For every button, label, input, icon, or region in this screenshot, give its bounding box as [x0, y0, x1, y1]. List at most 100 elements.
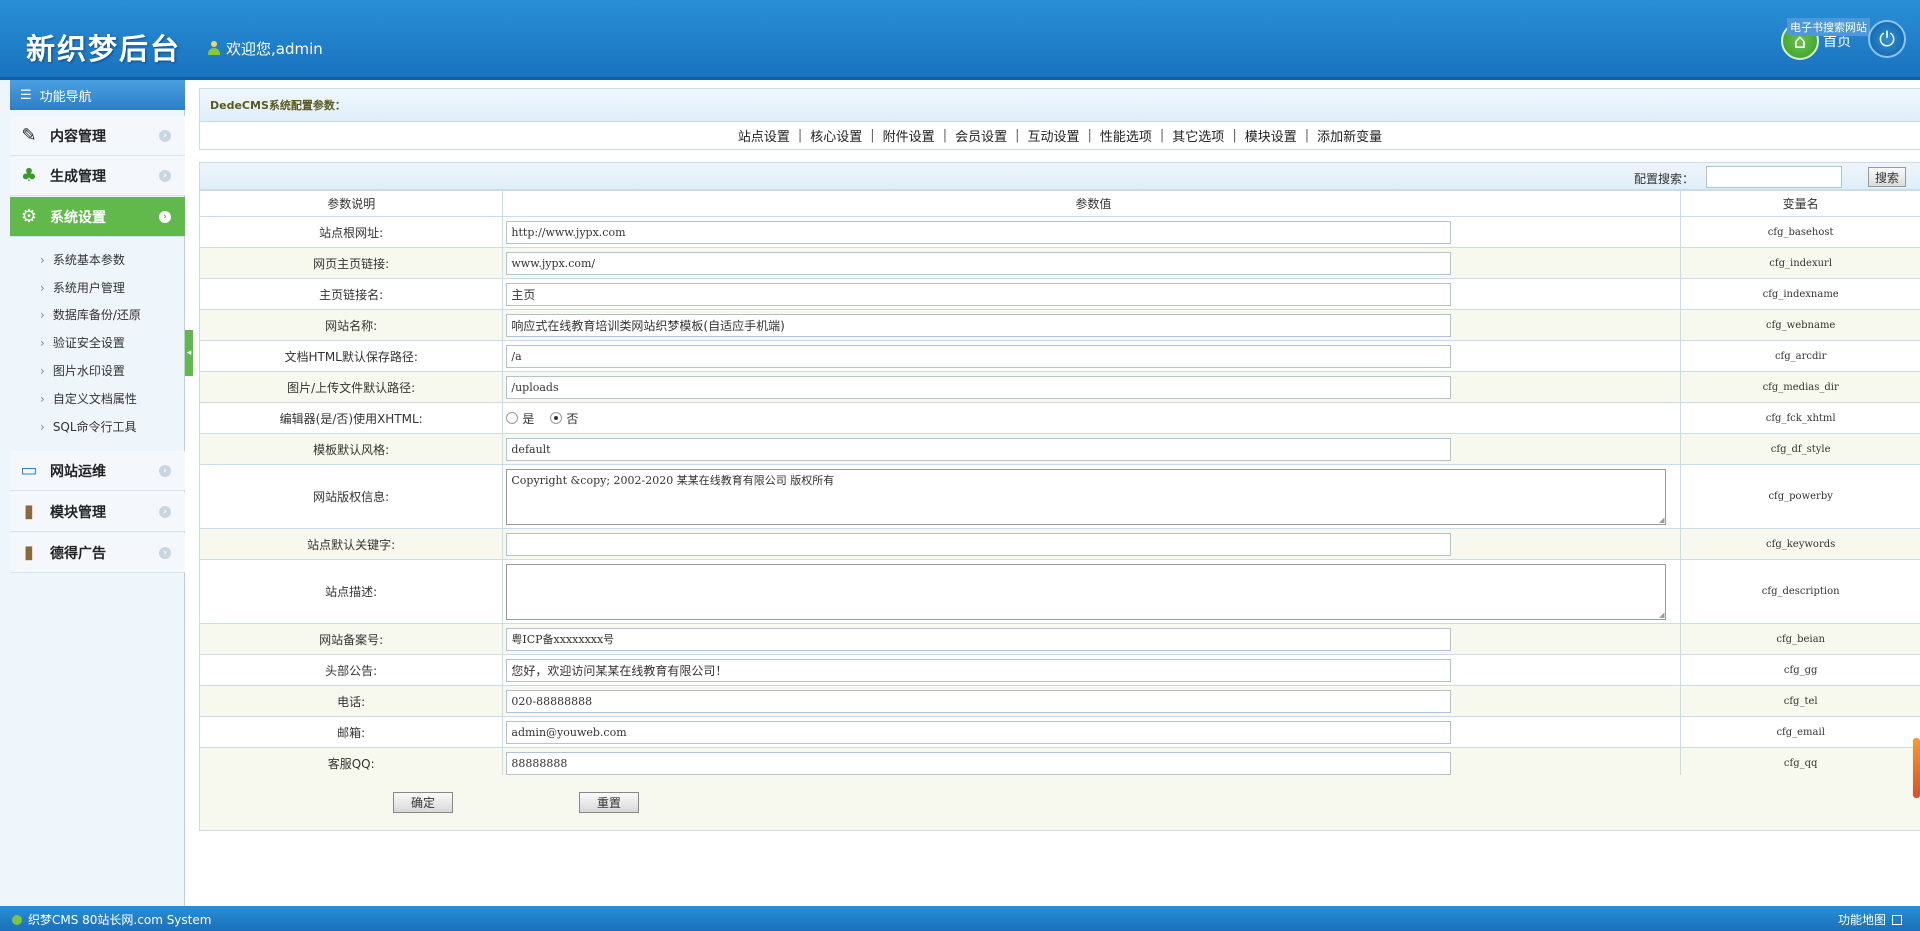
- tab-core[interactable]: 核心设置: [802, 126, 870, 145]
- search-input[interactable]: [1706, 166, 1842, 188]
- page-title: DedeCMS系统配置参数：: [199, 88, 1920, 122]
- sub-item-label: 自定义文档属性: [52, 392, 137, 406]
- search-button[interactable]: 搜索: [1868, 167, 1906, 187]
- sidebar-item-content[interactable]: ✎ 内容管理 ›: [10, 116, 185, 156]
- sub-item-db-backup[interactable]: 数据库备份/还原: [40, 306, 141, 323]
- param-value-input[interactable]: www.jypx.com/: [506, 251, 1452, 275]
- sub-item-label: 数据库备份/还原: [52, 308, 141, 322]
- param-value-input[interactable]: 020-88888888: [506, 689, 1452, 713]
- param-var-name: cfg_qq: [1680, 747, 1920, 779]
- radio-yes[interactable]: [506, 412, 519, 424]
- sub-item-label: SQL命令行工具: [52, 420, 137, 434]
- config-tabs: 站点设置 | 核心设置 | 附件设置 | 会员设置 | 互动设置 | 性能选项 | 其它选项…: [199, 122, 1920, 150]
- radio-yes-label: 是: [522, 411, 535, 426]
- radio-no[interactable]: [550, 412, 563, 424]
- scroll-indicator[interactable]: [1913, 738, 1920, 798]
- sidebar-item-label: 生成管理: [50, 168, 106, 185]
- sidebar-title-label: 功能导航: [39, 89, 92, 105]
- param-value-input[interactable]: 响应式在线教育培训类网站织梦模板(自适应手机端): [506, 313, 1452, 337]
- param-value-input[interactable]: admin@youweb.com: [506, 720, 1452, 744]
- sidebar-title: ☰ 功能导航: [10, 80, 185, 110]
- param-var-name: cfg_email: [1680, 716, 1920, 748]
- param-value-input[interactable]: default: [506, 437, 1452, 461]
- param-label: 邮箱:: [198, 716, 504, 748]
- param-var-name: cfg_fck_xhtml: [1680, 402, 1920, 434]
- sidebar-item-modules[interactable]: ▮ 模块管理 ›: [10, 492, 185, 532]
- param-value-input[interactable]: 粤ICP备xxxxxxxx号: [506, 627, 1452, 651]
- confirm-button[interactable]: 确定: [393, 792, 453, 813]
- sub-item-label: 图片水印设置: [52, 364, 125, 378]
- sub-item-users[interactable]: 系统用户管理: [40, 279, 125, 296]
- footer: 织梦CMS 80站长网.com System 功能地图: [0, 906, 1920, 931]
- power-icon[interactable]: ⏻: [1868, 20, 1906, 58]
- param-var-name: cfg_basehost: [1680, 216, 1920, 248]
- sub-item-basic-params[interactable]: 系统基本参数: [40, 251, 125, 268]
- tab-interaction[interactable]: 互动设置: [1019, 126, 1087, 145]
- param-label: 网站备案号:: [198, 623, 504, 655]
- table-row: 模板默认风格: default cfg_df_style: [198, 433, 1920, 465]
- chevron-right-icon: ›: [159, 130, 171, 142]
- param-var-name: cfg_indexurl: [1680, 247, 1920, 279]
- tab-add-variable[interactable]: 添加新变量: [1309, 126, 1390, 145]
- param-label: 图片/上传文件默认路径:: [198, 371, 504, 403]
- param-label: 头部公告:: [198, 654, 504, 686]
- param-var-name: cfg_keywords: [1680, 528, 1920, 560]
- sidebar-item-label: 德得广告: [50, 545, 106, 562]
- user-icon: [208, 41, 220, 56]
- param-value-input[interactable]: /uploads: [506, 375, 1452, 399]
- param-label: 模板默认风格:: [198, 433, 504, 465]
- table-row: 编辑器(是/否)使用XHTML: 是 否 cfg_fck_xhtml: [198, 402, 1920, 434]
- param-var-name: cfg_gg: [1680, 654, 1920, 686]
- param-value-input[interactable]: [506, 532, 1452, 556]
- reset-button[interactable]: 重置: [579, 792, 639, 813]
- table-row: 网站版权信息: Copyright &copy; 2002-2020 某某在线教…: [198, 464, 1920, 529]
- sub-item-label: 系统基本参数: [52, 253, 125, 267]
- tab-module[interactable]: 模块设置: [1237, 126, 1305, 145]
- sub-item-doc-attr[interactable]: 自定义文档属性: [40, 390, 137, 407]
- sub-item-sql-tool[interactable]: SQL命令行工具: [40, 418, 137, 435]
- param-value-input[interactable]: /a: [506, 344, 1452, 368]
- param-label: 站点根网址:: [198, 216, 504, 248]
- param-value-textarea[interactable]: [506, 563, 1667, 620]
- table-row: 头部公告: 您好，欢迎访问某某在线教育有限公司！ cfg_gg: [198, 654, 1920, 686]
- tab-attachment[interactable]: 附件设置: [875, 126, 943, 145]
- sidebar-item-ads[interactable]: ▮ 德得广告 ›: [10, 533, 185, 573]
- sitemap-icon: [1892, 914, 1902, 925]
- param-value-input[interactable]: http://www.jypx.com: [506, 220, 1452, 244]
- sub-item-security[interactable]: 验证安全设置: [40, 334, 125, 351]
- site-map-link[interactable]: 功能地图: [1838, 911, 1902, 928]
- param-var-name: cfg_description: [1680, 559, 1920, 624]
- param-value-input[interactable]: 主页: [506, 282, 1452, 306]
- sub-item-watermark[interactable]: 图片水印设置: [40, 362, 125, 379]
- column-header: 参数值: [502, 190, 1682, 217]
- param-label: 主页链接名:: [198, 278, 504, 310]
- sidebar-item-generate[interactable]: ♣ 生成管理 ›: [10, 156, 185, 196]
- tab-performance[interactable]: 性能选项: [1092, 126, 1160, 145]
- param-label: 网站版权信息:: [198, 464, 504, 529]
- search-label: 配置搜索：: [1633, 172, 1694, 186]
- table-row: 网站名称: 响应式在线教育培训类网站织梦模板(自适应手机端) cfg_webna…: [198, 309, 1920, 341]
- footer-copyright: 织梦CMS 80站长网.com System: [28, 913, 212, 927]
- chevron-right-icon: ›: [159, 465, 171, 477]
- tab-member[interactable]: 会员设置: [947, 126, 1015, 145]
- form-actions: 确定 重置: [199, 775, 1920, 831]
- param-value-input[interactable]: 您好，欢迎访问某某在线教育有限公司！: [506, 658, 1452, 682]
- sidebar-item-ops[interactable]: ▭ 网站运维 ›: [10, 451, 185, 491]
- tab-site[interactable]: 站点设置: [730, 126, 798, 145]
- table-row: 客服QQ: 88888888 cfg_qq: [198, 747, 1920, 779]
- sidebar-collapse-toggle[interactable]: ◂: [185, 330, 193, 376]
- tree-icon: ♣: [20, 165, 38, 186]
- chevron-right-icon: ›: [159, 506, 171, 518]
- footer-left: 织梦CMS 80站长网.com System: [12, 911, 211, 928]
- param-value-input[interactable]: 88888888: [506, 751, 1452, 775]
- list-icon: ☰: [20, 87, 32, 103]
- table-row: 电话: 020-88888888 cfg_tel: [198, 685, 1920, 717]
- param-var-name: cfg_medias_dir: [1680, 371, 1920, 403]
- table-row: 网站备案号: 粤ICP备xxxxxxxx号 cfg_beian: [198, 623, 1920, 655]
- sidebar-item-label: 网站运维: [50, 463, 106, 480]
- sidebar-item-system[interactable]: ⚙ 系统设置 ›: [10, 197, 185, 237]
- param-value-textarea[interactable]: Copyright &copy; 2002-2020 某某在线教育有限公司 版权…: [506, 468, 1667, 525]
- tab-other[interactable]: 其它选项: [1164, 126, 1232, 145]
- chevron-right-icon: ›: [159, 170, 171, 182]
- sub-item-label: 系统用户管理: [52, 281, 125, 295]
